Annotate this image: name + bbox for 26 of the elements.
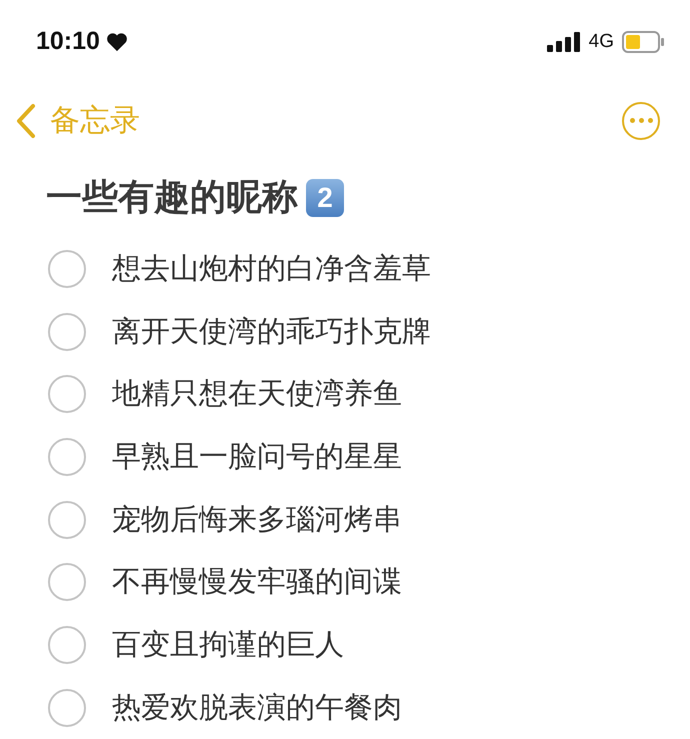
network-type: 4G xyxy=(588,30,614,53)
checklist-item: 离开天使湾的乖巧扑克牌 xyxy=(112,312,431,350)
checklist-item: 早熟且一脸问号的星星 xyxy=(112,438,402,475)
more-button[interactable] xyxy=(622,102,660,140)
chevron-left-icon xyxy=(16,102,36,139)
heart-icon xyxy=(106,32,128,52)
checklist-item: 不再慢慢发牢骚的间谍 xyxy=(112,563,402,600)
checklist-item: 地精只想在天使湾养鱼 xyxy=(112,375,402,412)
checklist-item: 宠物后悔来多瑙河烤串 xyxy=(112,500,402,538)
battery-icon xyxy=(622,30,664,53)
checklist-checkbox[interactable] xyxy=(48,688,86,727)
back-button[interactable]: 备忘录 xyxy=(16,100,140,142)
note-title: 一些有趣的昵称 xyxy=(46,176,298,220)
checklist-checkbox[interactable] xyxy=(48,375,86,414)
checklist-checkbox[interactable] xyxy=(48,312,86,351)
number-badge: 2 xyxy=(306,178,344,217)
signal-icon xyxy=(546,32,581,52)
checklist-checkbox[interactable] xyxy=(48,250,86,288)
checklist-checkbox[interactable] xyxy=(48,626,86,664)
checklist-checkbox[interactable] xyxy=(48,438,86,476)
checklist-item: 百变且拘谨的巨人 xyxy=(112,626,344,663)
checklist-item: 想去山炮村的白净含羞草 xyxy=(112,250,431,287)
status-time: 10:10 xyxy=(36,27,100,56)
checklist-checkbox[interactable] xyxy=(48,500,86,539)
checklist-checkbox[interactable] xyxy=(48,563,86,602)
checklist-item: 热爱欢脱表演的午餐肉 xyxy=(112,688,402,726)
